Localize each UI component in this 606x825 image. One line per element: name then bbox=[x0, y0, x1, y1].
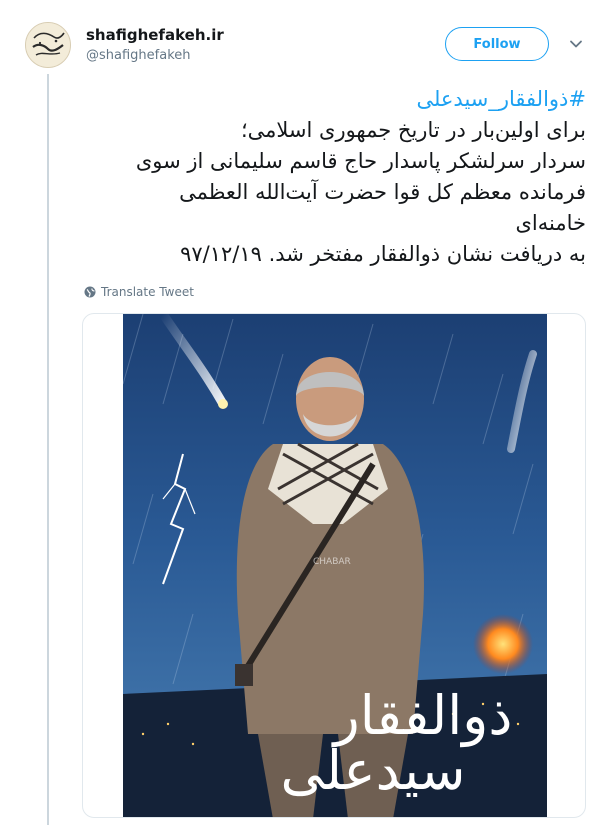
avatar[interactable] bbox=[25, 22, 71, 68]
display-name[interactable]: shafighefakeh.ir bbox=[86, 26, 224, 44]
tweet-line: فرمانده معظم کل قوا حضرت آیت‌الله العظمی… bbox=[179, 180, 586, 235]
avatar-logo-icon bbox=[26, 23, 70, 67]
poster-title-line2: سیدعلی bbox=[281, 739, 466, 802]
screen-name[interactable]: @shafighefakeh bbox=[86, 48, 191, 63]
tweet-text: #ذوالفقار_سیدعلی برای اولین‌بار در تاریخ… bbox=[120, 84, 586, 270]
tweet-line: به دریافت نشان ذوالفقار مفتخر شد. ۹۷/۱۲/… bbox=[180, 242, 586, 266]
poster-watermark: CHABAR bbox=[313, 557, 351, 567]
globe-icon bbox=[84, 286, 96, 298]
tweet-line: سردار سرلشکر پاسدار حاج قاسم سلیمانی از … bbox=[135, 149, 586, 173]
chevron-down-icon[interactable] bbox=[569, 37, 583, 51]
poster-image: CHABAR ذوالفقار سیدعلی bbox=[123, 314, 547, 817]
tweet-line: برای اولین‌بار در تاریخ جمهوری اسلامی؛ bbox=[240, 118, 586, 142]
translate-tweet-link[interactable]: Translate Tweet bbox=[84, 285, 194, 299]
hashtag-link[interactable]: #ذوالفقار_سیدعلی bbox=[416, 87, 586, 111]
translate-label: Translate Tweet bbox=[101, 285, 194, 299]
thread-line bbox=[47, 74, 49, 825]
follow-button[interactable]: Follow bbox=[445, 27, 549, 61]
tweet-media[interactable]: CHABAR ذوالفقار سیدعلی bbox=[82, 313, 586, 818]
